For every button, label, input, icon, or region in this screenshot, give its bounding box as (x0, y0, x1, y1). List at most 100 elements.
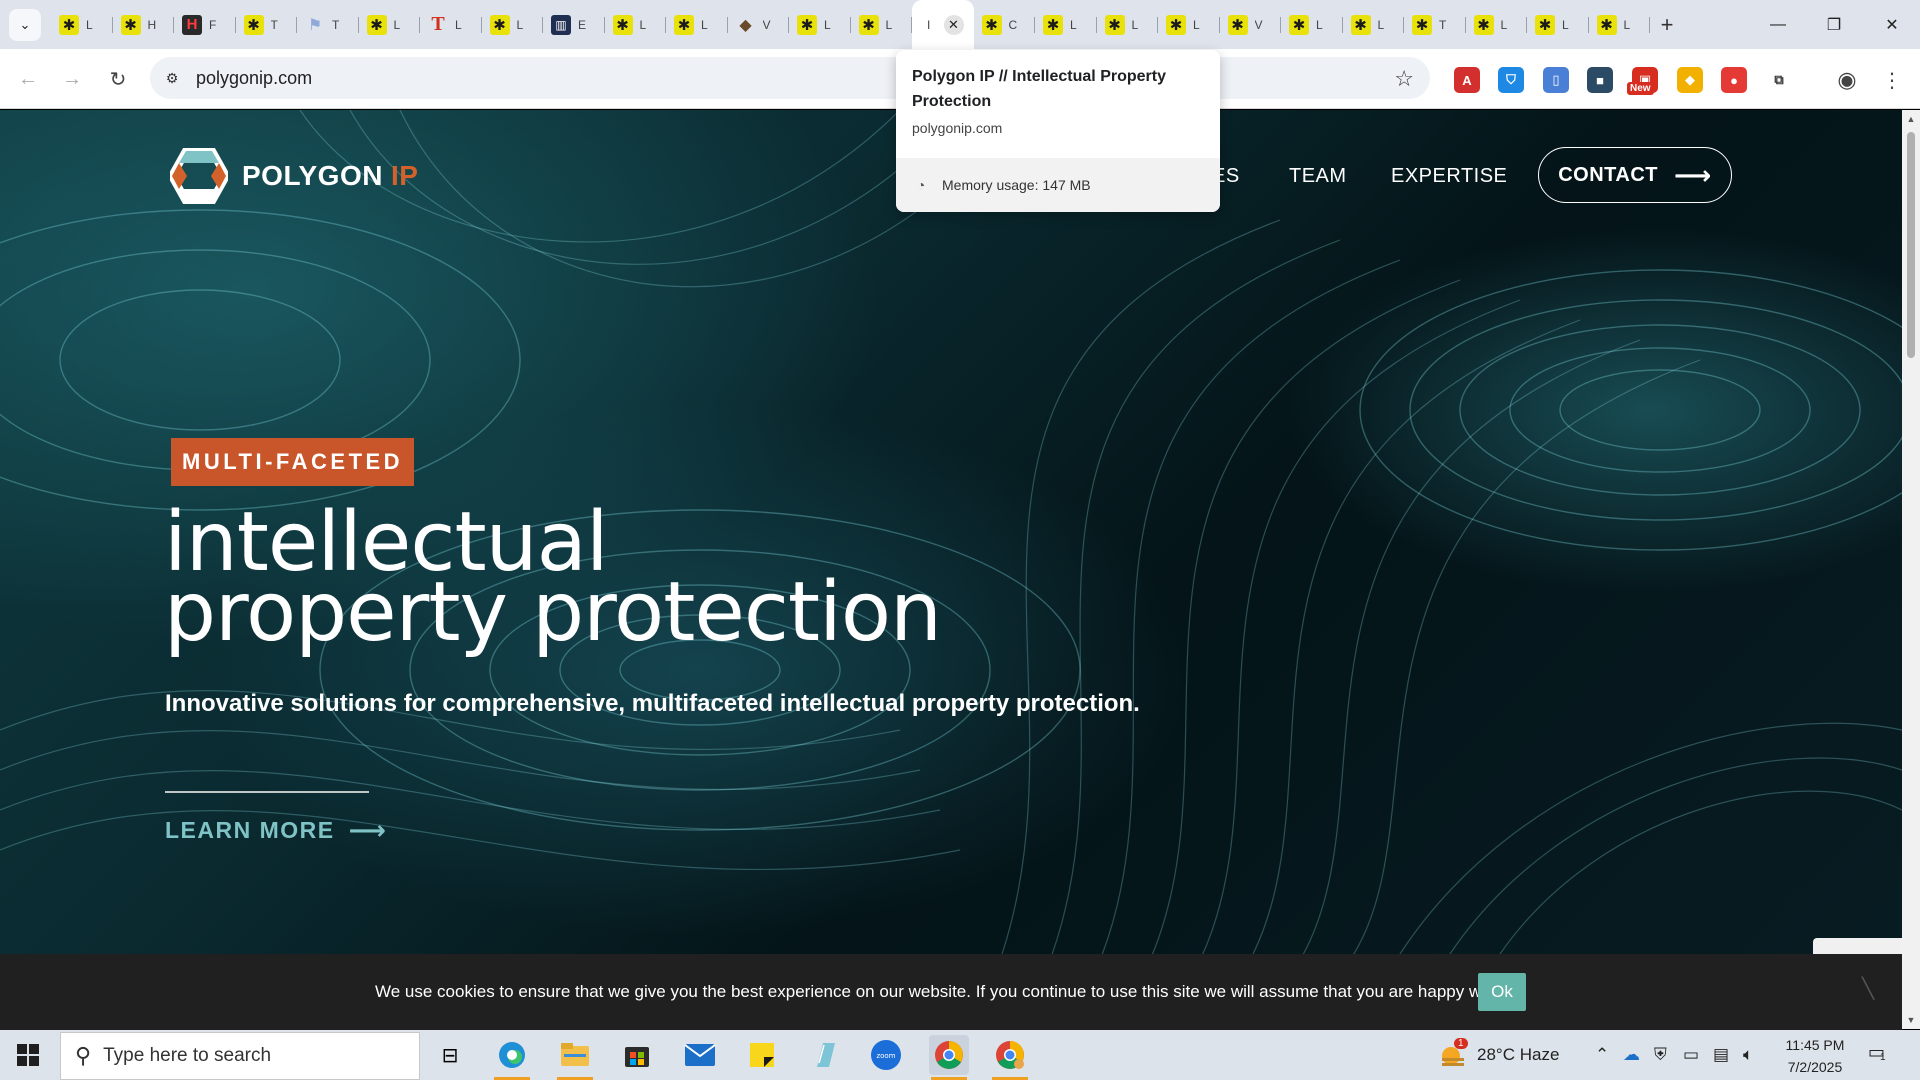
site-logo[interactable]: POLYGON IP (170, 148, 418, 204)
tab-title: L (455, 17, 462, 32)
folder-icon[interactable]: ■ (1587, 67, 1613, 93)
address-bar[interactable]: ⚙ polygonip.com ☆ (150, 57, 1430, 99)
back-button[interactable]: ← (13, 64, 43, 94)
chrome-icon[interactable] (929, 1035, 969, 1080)
tab-active[interactable]: I ✕ (912, 0, 974, 49)
star-favicon-icon: ✱ (1166, 14, 1186, 35)
pokeball-icon[interactable]: ● (1721, 67, 1747, 93)
tab[interactable]: ◆ V (728, 0, 790, 49)
tab[interactable]: ✱ V (1220, 0, 1282, 49)
weather-icon[interactable]: 1 (1437, 1038, 1468, 1070)
security-icon[interactable]: ⛨ (1654, 1045, 1667, 1065)
chrome-profile-icon[interactable] (990, 1035, 1030, 1080)
tab[interactable]: ✱ L (51, 0, 113, 49)
battery-icon[interactable]: ▭ (1683, 1045, 1699, 1065)
edge-icon[interactable] (492, 1035, 532, 1080)
logo-text: POLYGON IP (242, 160, 418, 192)
close-window-button[interactable]: ✕ (1877, 10, 1907, 40)
logo-suffix: IP (390, 160, 419, 191)
contact-button[interactable]: CONTACT ⟶ (1538, 147, 1732, 203)
tab-title: V (1254, 17, 1263, 32)
tab[interactable]: ✱ H (113, 0, 175, 49)
network-icon[interactable]: ▤ (1713, 1045, 1729, 1065)
tab[interactable]: ✱ L (666, 0, 728, 49)
star-favicon-icon: ✱ (489, 14, 510, 35)
tab-title: L (393, 17, 401, 32)
system-clock[interactable]: 11:45 PM 7/2/2025 (1775, 1034, 1855, 1078)
url-text[interactable]: polygonip.com (196, 68, 312, 89)
minimize-button[interactable]: — (1763, 10, 1793, 40)
microsoft-store-icon[interactable] (617, 1035, 657, 1075)
tab[interactable]: ✱ L (1343, 0, 1405, 49)
tab-title: L (1623, 17, 1631, 32)
scroll-down-icon[interactable]: ▼ (1906, 1015, 1916, 1025)
bookmark-star-icon[interactable]: ☆ (1394, 66, 1414, 92)
volume-icon[interactable]: 🔈︎ (1743, 1045, 1753, 1065)
notepad-icon[interactable] (805, 1035, 845, 1075)
menu-kebab-icon[interactable]: ⋮ (1877, 65, 1907, 95)
puzzle-icon[interactable]: ⧉ (1766, 67, 1792, 93)
arrow-right-icon: ⟶ (348, 815, 388, 845)
start-button[interactable] (0, 1030, 56, 1080)
tab-search-button[interactable]: ⌄ (9, 9, 41, 41)
reload-button[interactable]: ↻ (103, 64, 133, 94)
pdf-icon[interactable]: A (1454, 67, 1480, 93)
tab[interactable]: ✱ T (1404, 0, 1466, 49)
weather-text[interactable]: 28°C Haze (1477, 1045, 1559, 1065)
page-scrollbar[interactable]: ▲ ▼ (1902, 110, 1920, 1029)
recaptcha-badge[interactable] (1813, 938, 1902, 954)
tab[interactable]: ✱ T (236, 0, 298, 49)
nav-item-expertise[interactable]: EXPERTISE (1391, 165, 1507, 188)
star-favicon-icon: ✱ (1412, 14, 1432, 35)
cookie-ok-button[interactable]: Ok (1478, 973, 1526, 1011)
tab-strip: ⌄ ✱ L ✱ H H F ✱ T ⚑ T ✱ L T L ✱ L ▥ E ✱ L ✱ L ◆ V ✱ L ✱ L I ✕ ✱ C ✱ L ✱ L ✱ L… (0, 0, 1920, 49)
tab[interactable]: ✱ L (1158, 0, 1220, 49)
tab[interactable]: ✱ L (359, 0, 421, 49)
tab[interactable]: ✱ L (1035, 0, 1097, 49)
tab[interactable]: HF (174, 0, 236, 49)
shield-icon[interactable]: ⛉ (1498, 67, 1524, 93)
tab[interactable]: ✱ L (1466, 0, 1528, 49)
sticky-notes-icon[interactable] (742, 1035, 782, 1075)
scroll-thumb[interactable] (1907, 132, 1915, 358)
close-icon[interactable]: ╲ (1862, 976, 1874, 1001)
file-explorer-icon[interactable] (555, 1035, 595, 1080)
site-info-icon[interactable]: ⚙ (162, 68, 182, 88)
tab[interactable]: ✱ L (1097, 0, 1159, 49)
tab[interactable]: ✱ L (1527, 0, 1589, 49)
notification-icon[interactable]: ▭ 1 (1868, 1042, 1894, 1068)
web-page: POLYGON IP ES TEAM EXPERTISE CONTACT ⟶ MU… (0, 110, 1902, 954)
tab[interactable]: ✱ L (851, 0, 913, 49)
zoom-icon[interactable]: zoom (866, 1035, 906, 1075)
tab[interactable]: ✱ L (1589, 0, 1651, 49)
tab-title: T (270, 17, 278, 32)
learn-more-label: LEARN MORE (165, 817, 335, 843)
close-tab-icon[interactable]: ✕ (943, 15, 964, 35)
tab[interactable]: ⚑ T (297, 0, 359, 49)
onedrive-icon[interactable]: ☁ (1623, 1045, 1640, 1065)
restore-button[interactable]: ❐ (1819, 10, 1849, 40)
nav-item-team[interactable]: TEAM (1289, 165, 1347, 188)
profile-icon[interactable]: ◉ (1832, 65, 1862, 95)
tab[interactable]: ✱ L (605, 0, 667, 49)
tab-title: V (762, 17, 771, 32)
chevron-up-icon[interactable]: ⌃ (1595, 1045, 1609, 1065)
task-view-icon[interactable]: ⊟ (430, 1035, 470, 1075)
tab[interactable]: ✱ C (974, 0, 1036, 49)
new-extension-icon[interactable]: ▣ New (1627, 67, 1658, 95)
star-favicon-icon: ✱ (1043, 14, 1063, 35)
docs-icon[interactable]: ▯ (1543, 67, 1569, 93)
mail-icon[interactable] (680, 1035, 720, 1075)
tab[interactable]: ✱ L (789, 0, 851, 49)
learn-more-link[interactable]: LEARN MORE ⟶ (165, 815, 387, 846)
tab[interactable]: ✱ L (482, 0, 544, 49)
tab[interactable]: ▥ E (543, 0, 605, 49)
new-tab-button[interactable]: + (1654, 12, 1680, 38)
forward-button[interactable]: → (57, 64, 87, 94)
scroll-up-icon[interactable]: ▲ (1906, 114, 1916, 124)
taskbar-search-box[interactable]: ⚲ Type here to search (60, 1032, 420, 1080)
contact-label: CONTACT (1558, 163, 1658, 186)
honey-icon[interactable]: ◆ (1677, 67, 1703, 93)
tab[interactable]: ✱ L (1281, 0, 1343, 49)
tab[interactable]: TL (420, 0, 482, 49)
